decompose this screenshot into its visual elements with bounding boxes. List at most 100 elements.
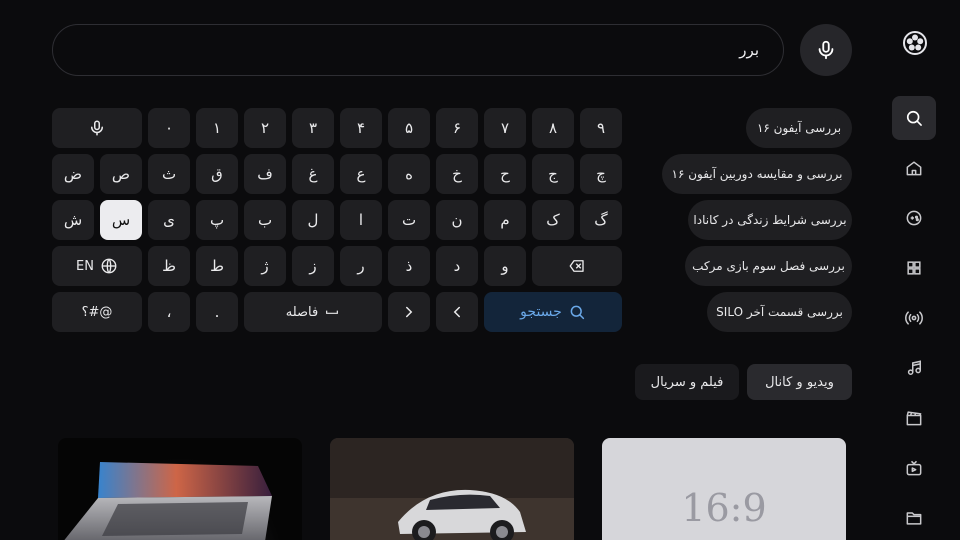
key[interactable]: ت (388, 200, 430, 240)
key[interactable]: ج (532, 154, 574, 194)
sidebar-item-music[interactable] (892, 346, 936, 390)
sidebar-item-categories[interactable] (892, 246, 936, 290)
suggestion-item[interactable]: بررسی آیفون ۱۶ (746, 108, 852, 148)
result-card-laptop[interactable] (58, 438, 302, 540)
key[interactable]: ز (292, 246, 334, 286)
globe-icon (101, 258, 117, 274)
gamepad-icon (906, 210, 922, 226)
tab-movies-series[interactable]: فیلم و سریال (635, 364, 739, 400)
car-thumbnail-image (330, 438, 574, 540)
key[interactable]: ٠ (148, 108, 190, 148)
key[interactable]: ۴ (340, 108, 382, 148)
cursor-right-key[interactable] (388, 292, 430, 332)
key[interactable]: ش (52, 200, 94, 240)
music-icon (907, 360, 921, 375)
suggestion-item[interactable]: بررسی و مقایسه دوربین آیفون ۱۶ (662, 154, 852, 194)
space-label: فاصله (285, 304, 319, 320)
search-button-label: جستجو (520, 304, 562, 320)
folder-icon (906, 512, 922, 525)
key[interactable]: ل (292, 200, 334, 240)
backspace-key[interactable] (532, 246, 622, 286)
key[interactable]: ص (100, 154, 142, 194)
sidebar-item-live[interactable] (892, 296, 936, 340)
sidebar-item-games[interactable] (892, 196, 936, 240)
key[interactable]: گ (580, 200, 622, 240)
key[interactable]: ب (244, 200, 286, 240)
key[interactable]: پ (196, 200, 238, 240)
period-key[interactable]: . (196, 292, 238, 332)
key[interactable]: ٣ (292, 108, 334, 148)
key[interactable]: ۵ (388, 108, 430, 148)
key[interactable]: ٩ (580, 108, 622, 148)
key[interactable]: ن (436, 200, 478, 240)
sidebar-item-home[interactable] (892, 146, 936, 190)
space-key[interactable]: فاصله (244, 292, 382, 332)
key[interactable]: م (484, 200, 526, 240)
microphone-icon (818, 40, 834, 60)
language-switch-key[interactable]: EN (52, 246, 142, 286)
result-card-car[interactable] (330, 438, 574, 540)
film-reel-logo-icon (902, 30, 928, 56)
key[interactable]: ژ (244, 246, 286, 286)
key[interactable]: د (436, 246, 478, 286)
key[interactable]: ذ (388, 246, 430, 286)
key[interactable]: ۶ (436, 108, 478, 148)
keyboard-search-button[interactable]: جستجو (484, 292, 622, 332)
suggestion-item[interactable]: بررسی قسمت آخر SILO (707, 292, 852, 332)
backspace-icon (569, 260, 584, 272)
key[interactable]: ی (148, 200, 190, 240)
suggestion-item[interactable]: بررسی شرایط زندگی در کانادا (688, 200, 852, 240)
symbols-key[interactable]: ؟#@ (52, 292, 142, 332)
space-icon (326, 310, 339, 314)
search-query: برر (739, 41, 759, 59)
search-icon (570, 305, 584, 320)
sidebar-nav (892, 0, 936, 540)
chevron-left-icon (453, 306, 460, 318)
key[interactable]: غ (292, 154, 334, 194)
symbols-label: ؟#@ (81, 304, 113, 320)
result-card-placeholder[interactable]: 16:9 (602, 438, 846, 540)
key[interactable]: و (484, 246, 526, 286)
key[interactable]: ر (340, 246, 382, 286)
laptop-thumbnail-image (64, 462, 272, 540)
aspect-ratio-placeholder: 16:9 (681, 486, 767, 530)
key[interactable]: ف (244, 154, 286, 194)
key[interactable]: چ (580, 154, 622, 194)
grid-icon (907, 261, 921, 275)
voice-search-button[interactable] (800, 24, 852, 76)
sidebar-item-search[interactable] (892, 96, 936, 140)
key[interactable]: ١ (196, 108, 238, 148)
home-icon (906, 161, 922, 176)
key[interactable]: ق (196, 154, 238, 194)
sidebar-item-movies[interactable] (892, 396, 936, 440)
sidebar-item-library[interactable] (892, 496, 936, 540)
key[interactable]: ه (388, 154, 430, 194)
microphone-icon (91, 120, 103, 136)
tv-icon (906, 460, 922, 476)
key[interactable]: ث (148, 154, 190, 194)
key[interactable]: ع (340, 154, 382, 194)
keyboard-mic-key[interactable] (52, 108, 142, 148)
key[interactable]: ک (532, 200, 574, 240)
language-label: EN (76, 258, 94, 274)
sidebar-item-tv[interactable] (892, 446, 936, 490)
suggestion-item[interactable]: بررسی فصل سوم بازی مرکب (685, 246, 852, 286)
chevron-right-icon (406, 306, 413, 318)
comma-key[interactable]: ، (148, 292, 190, 332)
key[interactable]: ط (196, 246, 238, 286)
key[interactable]: ٨ (532, 108, 574, 148)
key[interactable]: ح (484, 154, 526, 194)
tab-video-channel[interactable]: ویدیو و کانال (747, 364, 852, 400)
key[interactable]: خ (436, 154, 478, 194)
key[interactable]: ٧ (484, 108, 526, 148)
key-focused[interactable]: س (100, 200, 142, 240)
cursor-left-key[interactable] (436, 292, 478, 332)
search-icon (906, 110, 922, 126)
key[interactable]: ٢ (244, 108, 286, 148)
key[interactable]: ظ (148, 246, 190, 286)
key[interactable]: ض (52, 154, 94, 194)
search-input[interactable]: برر (52, 24, 784, 76)
key[interactable]: ا (340, 200, 382, 240)
broadcast-icon (905, 311, 923, 325)
clapperboard-icon (906, 411, 922, 426)
